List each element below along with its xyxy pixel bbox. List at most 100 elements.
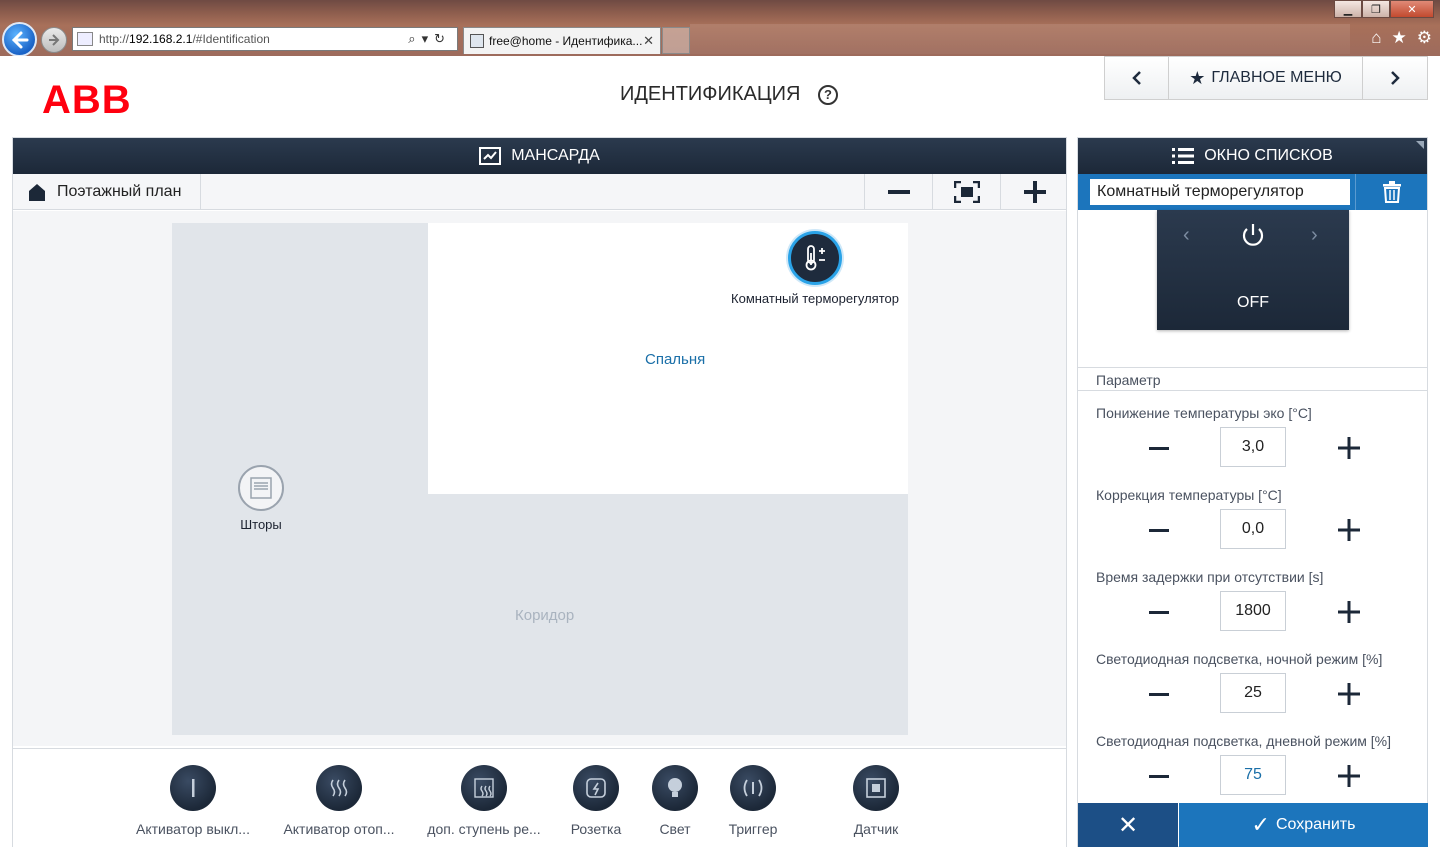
param-led-night: Светодиодная подсветка, ночной режим [%]… xyxy=(1078,651,1427,731)
cancel-button[interactable]: ✕ xyxy=(1078,803,1178,847)
page-icon xyxy=(77,32,93,46)
delete-device-button[interactable] xyxy=(1355,174,1427,210)
increment-button[interactable] xyxy=(1336,763,1362,789)
decrement-button[interactable] xyxy=(1146,435,1172,461)
plus-icon xyxy=(1023,180,1046,203)
blinds-icon xyxy=(250,477,272,499)
thermostat-marker-label: Комнатный терморегулятор xyxy=(731,291,899,306)
param-value-field[interactable]: 0,0 xyxy=(1220,509,1286,549)
chevron-left-icon xyxy=(1131,71,1141,85)
help-icon[interactable]: ? xyxy=(818,85,838,105)
trash-icon xyxy=(1382,181,1401,203)
address-tools[interactable]: ⌕▾↻ xyxy=(408,31,451,47)
decrement-button[interactable] xyxy=(1146,517,1172,543)
thermostat-prev-icon[interactable]: ‹ xyxy=(1183,224,1190,247)
device-name-row: Комнатный терморегулятор xyxy=(1078,174,1427,210)
floor-plan-canvas[interactable]: Спальня Коридор Комнатный терморегулятор xyxy=(13,211,1066,746)
list-titlebar: ОКНО СПИСКОВ xyxy=(1078,138,1427,174)
device-name-field[interactable]: Комнатный терморегулятор xyxy=(1090,179,1350,205)
panel-resize-corner[interactable] xyxy=(1416,141,1424,149)
window-controls: ▁ ❐ ✕ xyxy=(1334,0,1434,18)
increment-button[interactable] xyxy=(1336,681,1362,707)
save-button[interactable]: ✓ Сохранить xyxy=(1179,803,1428,847)
abb-logo: ABB xyxy=(42,78,132,122)
zoom-out-button[interactable] xyxy=(864,174,932,209)
heating-actuator-icon xyxy=(316,765,362,811)
param-value-field[interactable]: 1800 xyxy=(1220,591,1286,631)
settings-gear-icon[interactable]: ⚙ xyxy=(1417,28,1432,48)
browser-tab[interactable]: free@home - Идентифика... ✕ xyxy=(463,27,661,54)
power-icon[interactable] xyxy=(1239,222,1267,250)
param-label: Коррекция температуры [°C] xyxy=(1096,487,1282,503)
next-button[interactable] xyxy=(1363,57,1427,99)
param-label: Светодиодная подсветка, дневной режим [%… xyxy=(1096,733,1392,749)
browser-glass xyxy=(690,24,1350,54)
list-panel-title: ОКНО СПИСКОВ xyxy=(1204,147,1333,164)
plus-icon xyxy=(1338,437,1360,459)
browser-back-button[interactable] xyxy=(2,22,37,57)
blinds-marker[interactable]: Шторы xyxy=(231,465,291,532)
blinds-bubble[interactable] xyxy=(238,465,284,511)
fit-to-screen-button[interactable] xyxy=(932,174,1000,209)
param-label: Время задержки при отсутствии [s] xyxy=(1096,569,1324,585)
minus-icon xyxy=(887,189,910,194)
house-icon xyxy=(29,183,45,201)
param-label: Понижение температуры эко [°C] xyxy=(1096,405,1312,421)
tab-close-icon[interactable]: ✕ xyxy=(643,33,654,49)
checkmark-icon: ✓ xyxy=(1251,812,1270,837)
favorites-star-icon[interactable]: ★ xyxy=(1392,28,1407,48)
device-switch-actuator[interactable]: Активатор выкл... xyxy=(118,765,268,837)
list-icon xyxy=(1172,148,1195,164)
corridor-label: Коридор xyxy=(515,607,575,624)
param-value-field[interactable]: 25 xyxy=(1220,673,1286,713)
main-menu-label: ГЛАВНОЕ МЕНЮ xyxy=(1211,69,1342,86)
thermostat-next-icon[interactable]: › xyxy=(1311,224,1318,247)
blinds-marker-label: Шторы xyxy=(240,517,282,532)
decrement-button[interactable] xyxy=(1146,599,1172,625)
thermostat-control: ‹ › OFF xyxy=(1157,210,1349,330)
param-label: Светодиодная подсветка, ночной режим [%] xyxy=(1096,651,1383,667)
home-icon[interactable]: ⌂ xyxy=(1371,28,1381,48)
maximize-icon[interactable]: ❐ xyxy=(1362,0,1390,18)
url-host: 192.168.2.1 xyxy=(129,32,193,46)
minimize-icon[interactable]: ▁ xyxy=(1334,0,1362,18)
list-panel: ОКНО СПИСКОВ Комнатный терморегулятор ‹ … xyxy=(1077,137,1428,847)
increment-button[interactable] xyxy=(1336,517,1362,543)
previous-button[interactable] xyxy=(1105,57,1169,99)
floor-plan-panel: МАНСАРДА Поэтажный план Спальня Коридор xyxy=(12,137,1067,847)
browser-forward-button[interactable] xyxy=(41,27,67,53)
device-heating-actuator[interactable]: Активатор отоп... xyxy=(264,765,414,837)
device-label: Активатор отоп... xyxy=(283,821,395,837)
zoom-in-button[interactable] xyxy=(1000,174,1068,209)
param-value-field[interactable]: 75 xyxy=(1220,755,1286,795)
thermostat-marker[interactable]: Комнатный терморегулятор xyxy=(725,231,905,306)
plus-icon xyxy=(1338,683,1360,705)
thermostat-bubble[interactable] xyxy=(788,231,842,285)
decrement-button[interactable] xyxy=(1146,681,1172,707)
window-close-icon[interactable]: ✕ xyxy=(1390,0,1434,18)
decrement-button[interactable] xyxy=(1146,763,1172,789)
device-palette: Активатор выкл... Активатор отоп... доп.… xyxy=(13,748,1066,847)
browser-toolbar-icons: ⌂ ★ ⚙ xyxy=(1371,28,1432,48)
param-value-field[interactable]: 3,0 xyxy=(1220,427,1286,467)
device-label: Активатор выкл... xyxy=(136,821,250,837)
parameter-header: Параметр xyxy=(1078,367,1427,391)
increment-button[interactable] xyxy=(1336,599,1362,625)
app-header: ABB ИДЕНТИФИКАЦИЯ ? ★ ГЛАВНОЕ МЕНЮ xyxy=(0,56,1440,136)
device-label: Датчик xyxy=(853,821,899,837)
param-led-day: Светодиодная подсветка, дневной режим [%… xyxy=(1078,733,1427,813)
thermometer-icon xyxy=(805,245,825,271)
bedroom-label: Спальня xyxy=(645,351,706,368)
arrow-left-icon xyxy=(11,31,28,48)
device-sensor[interactable]: Датчик xyxy=(801,765,951,837)
floor-plan-icon xyxy=(479,147,502,165)
new-tab-button[interactable] xyxy=(662,27,690,54)
param-eco-setback: Понижение температуры эко [°C] 3,0 xyxy=(1078,405,1427,485)
page-title: ИДЕНТИФИКАЦИЯ xyxy=(620,83,801,105)
address-bar[interactable]: http:// 192.168.2.1 /#Identification ⌕▾↻ xyxy=(72,27,458,51)
main-menu-button[interactable]: ★ ГЛАВНОЕ МЕНЮ xyxy=(1169,57,1363,99)
floorplan-tab[interactable]: Поэтажный план xyxy=(13,174,201,209)
trigger-icon xyxy=(730,765,776,811)
increment-button[interactable] xyxy=(1336,435,1362,461)
arrow-right-icon xyxy=(49,34,60,46)
